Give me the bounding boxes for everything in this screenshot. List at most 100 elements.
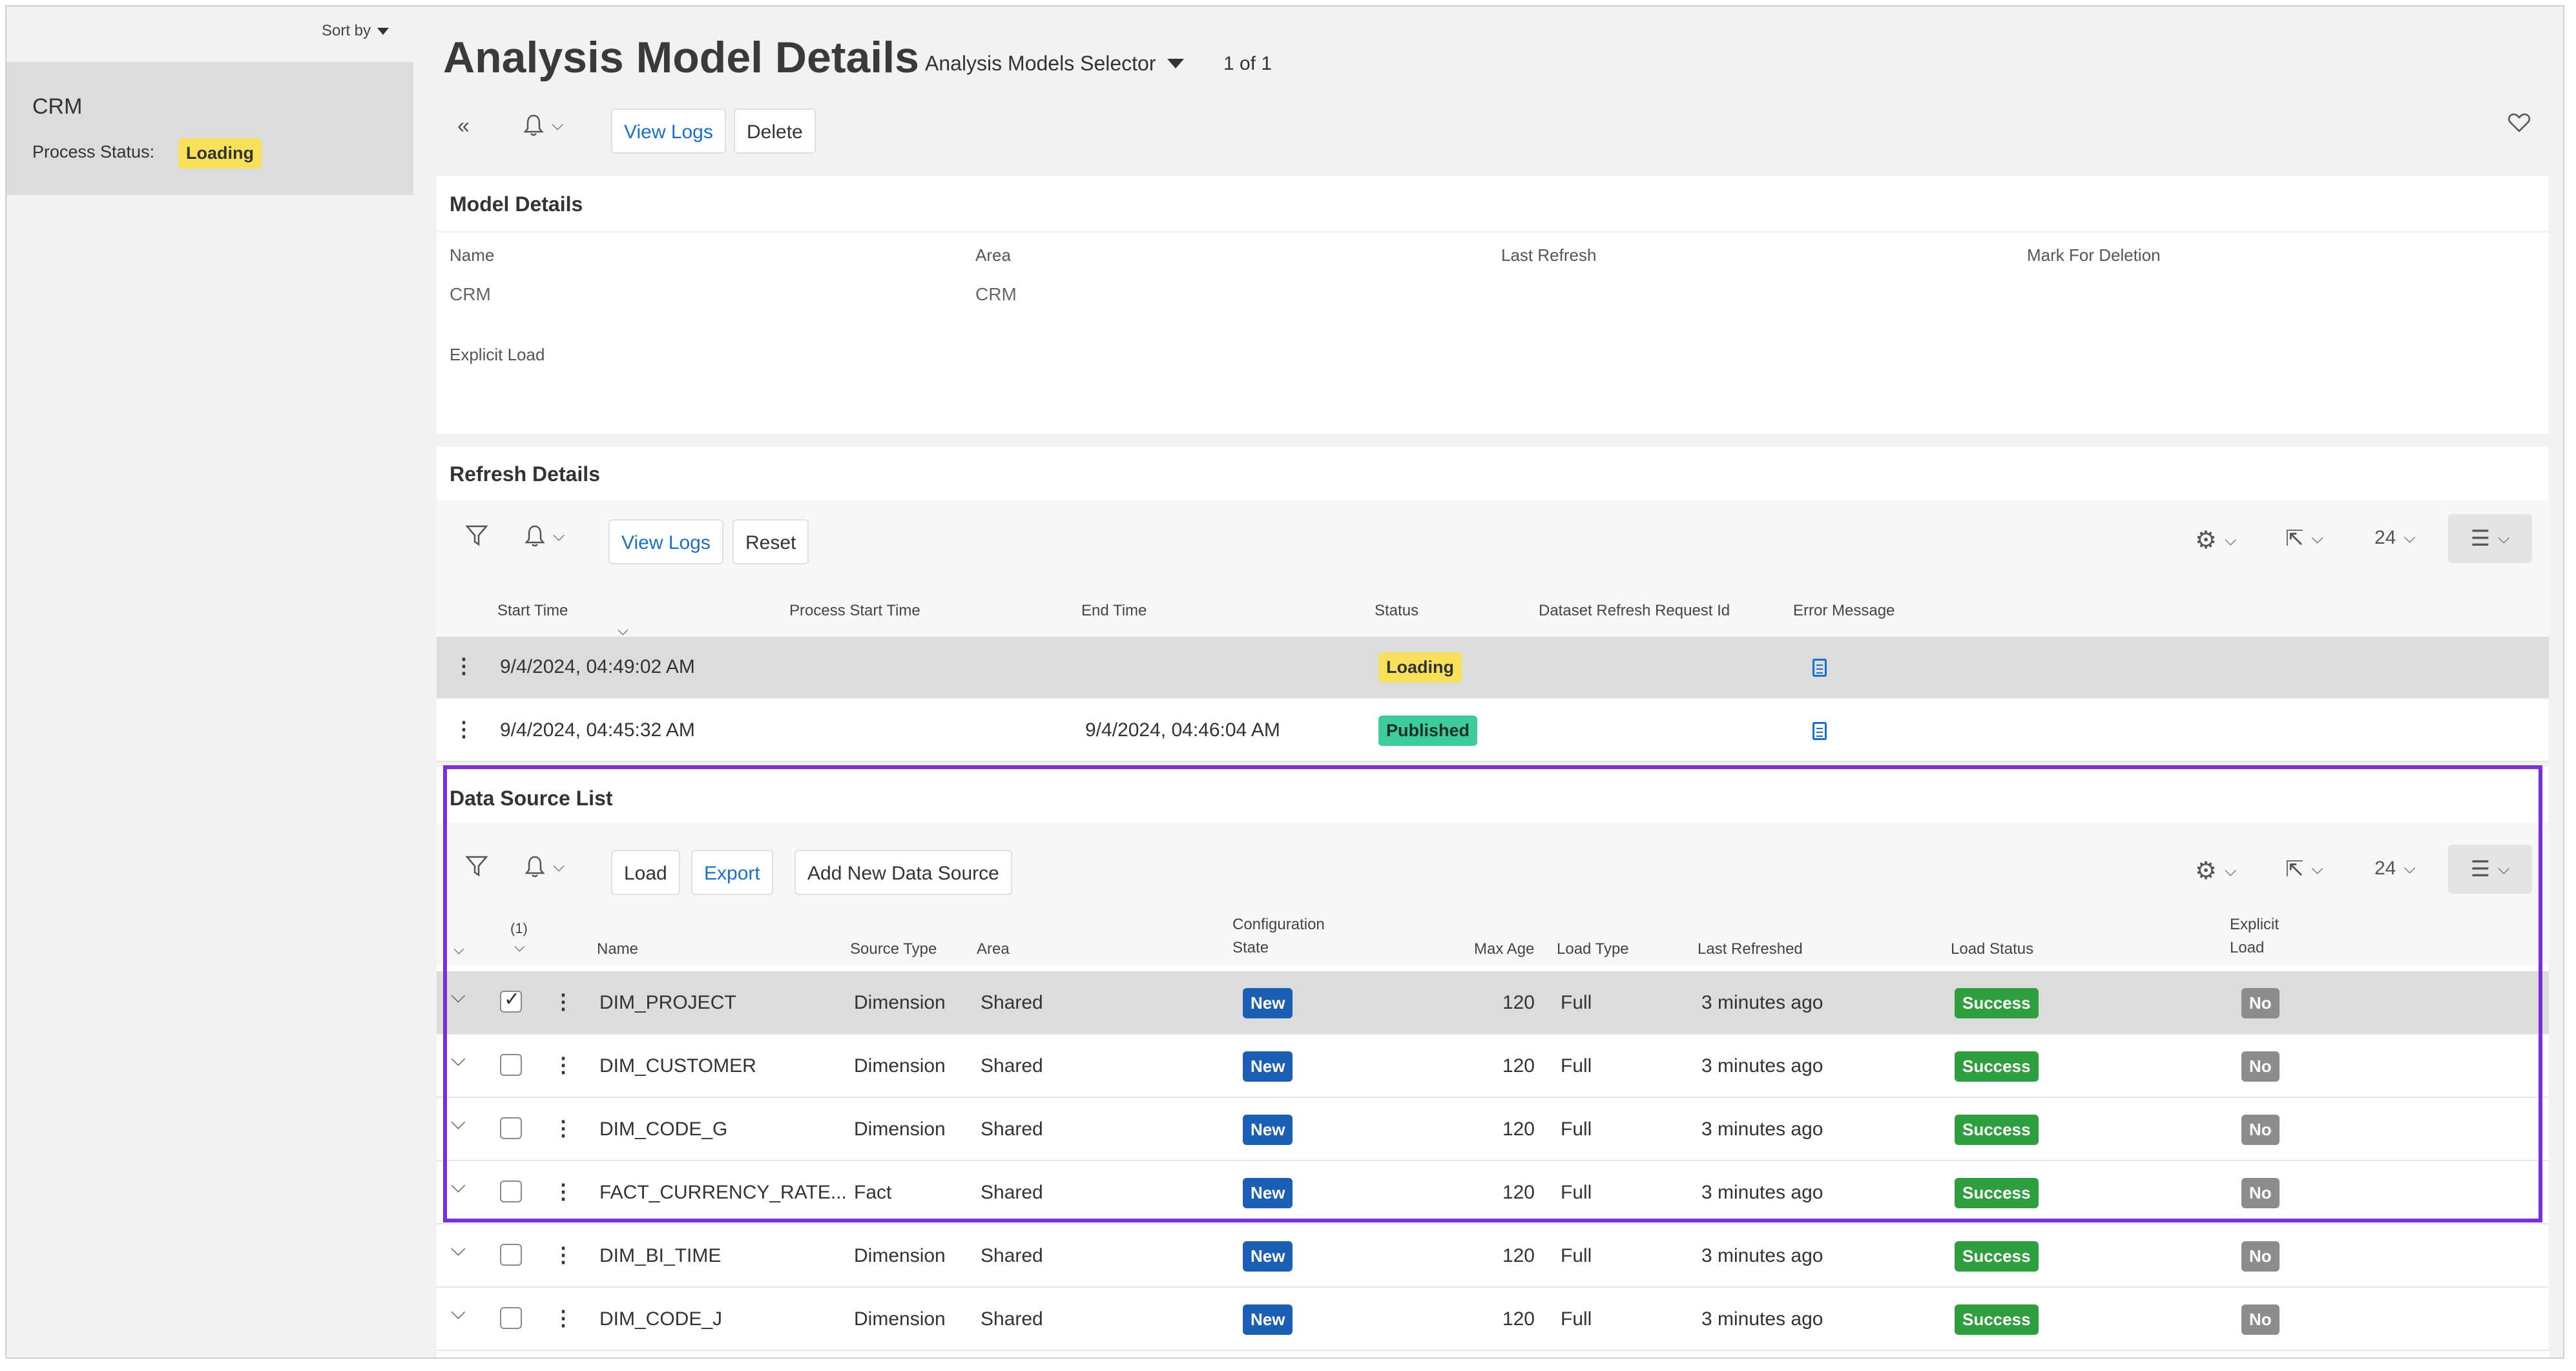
column-header-source-type[interactable]: Source Type bbox=[850, 938, 937, 961]
table-row[interactable]: ⌵ ⋮ FACT_CURRENCY_RATE... Fact Shared New 120 F… bbox=[437, 1161, 2549, 1224]
source-type-cell: Dimension bbox=[854, 1308, 946, 1330]
column-header-process-start-time[interactable]: Process Start Time bbox=[789, 599, 920, 623]
kebab-icon[interactable]: ⋮ bbox=[553, 1306, 574, 1330]
load-type-cell: Full bbox=[1561, 992, 1592, 1013]
kebab-icon[interactable]: ⋮ bbox=[453, 717, 474, 741]
add-new-data-source-button[interactable]: Add New Data Source bbox=[795, 850, 1012, 895]
kebab-icon[interactable]: ⋮ bbox=[553, 1116, 574, 1140]
export-button[interactable]: Export bbox=[691, 850, 773, 895]
settings-dropdown[interactable]: ⚙ ⌵ bbox=[2195, 856, 2236, 885]
page-size-dropdown[interactable]: 24 ⌵ bbox=[2374, 527, 2416, 549]
load-button[interactable]: Load bbox=[611, 850, 680, 895]
sidebar-item-crm[interactable]: CRM Process Status: Loading bbox=[6, 62, 413, 195]
view-logs-button[interactable]: View Logs bbox=[611, 108, 726, 154]
chevron-down-icon[interactable]: ⌵ bbox=[451, 985, 466, 1007]
table-row[interactable]: ⌵ ⋮ DIM_BI_TIME Dimension Shared New 120 Full 3 … bbox=[437, 1224, 2549, 1288]
sort-by-dropdown[interactable]: Sort by bbox=[322, 22, 389, 40]
table-row[interactable]: ⋮ 9/4/2024, 04:45:32 AM 9/4/2024, 04:46:… bbox=[437, 700, 2549, 762]
filter-button[interactable] bbox=[465, 855, 488, 877]
explicit-label: Explicit bbox=[2230, 916, 2280, 933]
export-dropdown[interactable]: ⇱ ⌵ bbox=[2285, 526, 2323, 551]
column-header-load-status[interactable]: Load Status bbox=[1951, 938, 2033, 961]
record-count: 1 of 1 bbox=[1223, 53, 1272, 74]
row-checkbox[interactable] bbox=[500, 1054, 522, 1076]
status-badge: Loading bbox=[1378, 652, 1462, 683]
chevron-down-icon: ⌵ bbox=[2311, 530, 2323, 547]
row-checkbox[interactable] bbox=[500, 1117, 522, 1139]
column-header-status[interactable]: Status bbox=[1375, 599, 1418, 623]
row-checkbox[interactable] bbox=[500, 1180, 522, 1202]
column-header-last-refreshed[interactable]: Last Refreshed bbox=[1698, 938, 1803, 961]
column-header-dataset-refresh-request-id[interactable]: Dataset Refresh Request Id bbox=[1539, 599, 1730, 623]
favorite-button[interactable] bbox=[2508, 112, 2531, 133]
row-checkbox[interactable]: ✓ bbox=[500, 989, 522, 1013]
notifications-dropdown[interactable]: ⌵ bbox=[525, 855, 565, 878]
page-size-dropdown[interactable]: 24 ⌵ bbox=[2374, 858, 2416, 880]
kebab-icon[interactable]: ⋮ bbox=[553, 1179, 574, 1204]
table-row[interactable]: ⌵ ⋮ DIM_CUSTOMER Dimension Shared New 120 Full 3… bbox=[437, 1035, 2549, 1098]
notifications-dropdown[interactable]: ⌵ bbox=[523, 114, 563, 137]
column-header-error-message[interactable]: Error Message bbox=[1793, 599, 1895, 623]
filter-button[interactable] bbox=[465, 524, 488, 546]
kebab-icon[interactable]: ⋮ bbox=[553, 1053, 574, 1077]
name-label: Name bbox=[450, 245, 495, 265]
double-chevron-left-icon: « bbox=[457, 114, 470, 138]
caret-down-icon bbox=[1167, 59, 1185, 68]
view-logs-button[interactable]: View Logs bbox=[608, 519, 723, 564]
expand-all-icon[interactable]: ⌵ bbox=[453, 938, 464, 961]
kebab-icon[interactable]: ⋮ bbox=[553, 989, 574, 1014]
column-header-configuration-state[interactable]: Configuration State bbox=[1232, 913, 1325, 960]
analysis-models-selector[interactable]: Analysis Models Selector bbox=[925, 52, 1185, 76]
area-cell: Shared bbox=[981, 1055, 1043, 1077]
table-row[interactable]: ⌵ ⋮ DIM_CODE_G Dimension Shared New 120 Full 3 m… bbox=[437, 1098, 2549, 1161]
column-header-area[interactable]: Area bbox=[977, 938, 1010, 961]
view-mode-dropdown[interactable]: ☰ ⌵ bbox=[2448, 845, 2532, 894]
document-icon[interactable] bbox=[1813, 659, 1827, 677]
settings-dropdown[interactable]: ⚙ ⌵ bbox=[2195, 526, 2236, 555]
table-row[interactable]: ⋮ 9/4/2024, 04:49:02 AM Loading bbox=[437, 637, 2549, 699]
name-cell: DIM_BI_TIME bbox=[599, 1245, 722, 1266]
chevron-down-icon[interactable]: ⌵ bbox=[451, 1049, 466, 1071]
explicit-load-badge: No bbox=[2241, 1304, 2280, 1335]
column-header-start-time[interactable]: Start Time bbox=[497, 599, 568, 623]
app-frame: Sort by CRM Process Status: Loading Anal… bbox=[5, 5, 2564, 1359]
row-checkbox[interactable] bbox=[500, 1307, 522, 1329]
explicit-load-label: Explicit Load bbox=[450, 345, 545, 364]
chevron-down-icon[interactable]: ⌵ bbox=[451, 1175, 466, 1197]
document-icon[interactable] bbox=[1813, 722, 1827, 740]
last-refreshed-cell: 3 minutes ago bbox=[1701, 1118, 1823, 1140]
column-header-end-time[interactable]: End Time bbox=[1081, 599, 1147, 623]
kebab-icon[interactable]: ⋮ bbox=[453, 654, 474, 678]
column-header-name[interactable]: Name bbox=[597, 938, 638, 961]
notifications-dropdown[interactable]: ⌵ bbox=[525, 524, 565, 548]
reset-button[interactable]: Reset bbox=[732, 519, 809, 564]
check-icon: ✓ bbox=[504, 989, 521, 1010]
chevron-down-icon[interactable]: ⌵ bbox=[451, 1239, 466, 1261]
name-cell: DIM_CUSTOMER bbox=[599, 1055, 756, 1077]
bell-icon bbox=[525, 856, 545, 878]
mark-for-deletion-label: Mark For Deletion bbox=[2027, 245, 2161, 265]
column-header-load-type[interactable]: Load Type bbox=[1557, 938, 1629, 961]
table-row[interactable]: ⌵ ⋮ DIM_CODE_J Dimension Shared New 120 Full 3 m… bbox=[437, 1288, 2549, 1351]
chevron-down-icon[interactable]: ⌵ bbox=[451, 1302, 466, 1324]
column-header-explicit-load[interactable]: Explicit Load bbox=[2230, 913, 2279, 960]
area-cell: Shared bbox=[981, 1245, 1043, 1266]
sort-by-label: Sort by bbox=[321, 22, 371, 39]
area-label: Area bbox=[975, 245, 1011, 265]
sidebar-item-title: CRM bbox=[32, 94, 83, 119]
explicit-load-badge: No bbox=[2241, 988, 2280, 1018]
chevron-down-icon: ⌵ bbox=[2498, 530, 2510, 547]
export-dropdown[interactable]: ⇱ ⌵ bbox=[2285, 856, 2323, 882]
max-age-cell: 120 bbox=[1502, 1182, 1535, 1203]
view-mode-dropdown[interactable]: ☰ ⌵ bbox=[2448, 514, 2532, 563]
chevron-down-icon[interactable]: ⌵ bbox=[451, 1112, 466, 1134]
chevron-down-icon: ⌵ bbox=[2311, 860, 2323, 878]
back-button[interactable]: « bbox=[457, 114, 470, 139]
column-header-max-age[interactable]: Max Age bbox=[1474, 938, 1534, 961]
select-all-icon[interactable]: ⌵ bbox=[514, 935, 525, 958]
table-row[interactable]: ⌵ ✓ ⋮ DIM_PROJECT Dimension Shared New 120 Full 3… bbox=[437, 971, 2549, 1035]
start-time-cell: 9/4/2024, 04:45:32 AM bbox=[500, 719, 695, 741]
delete-button[interactable]: Delete bbox=[734, 108, 816, 154]
kebab-icon[interactable]: ⋮ bbox=[553, 1242, 574, 1267]
row-checkbox[interactable] bbox=[500, 1244, 522, 1266]
